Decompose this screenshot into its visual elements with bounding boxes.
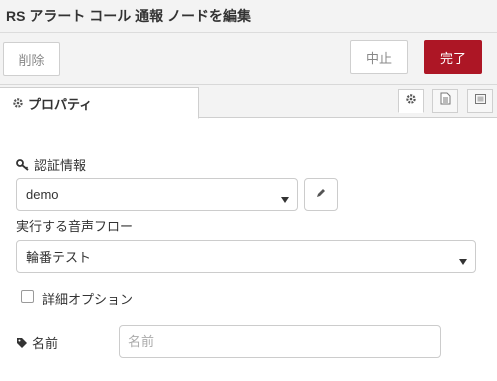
name-label-text: 名前 [32, 336, 59, 351]
gear-icon [12, 97, 24, 109]
tag-icon [16, 337, 28, 349]
credentials-select[interactable]: demo [16, 178, 298, 211]
done-button[interactable]: 完了 [424, 40, 482, 74]
tab-properties-label: プロパティ [28, 96, 93, 112]
tab-description[interactable] [432, 89, 458, 113]
advanced-options-label: 詳細オプション [42, 289, 133, 308]
edit-credentials-button[interactable] [304, 178, 338, 211]
advanced-options-checkbox[interactable] [21, 290, 34, 303]
gear-icon [405, 92, 417, 110]
caret-down-icon [281, 191, 289, 206]
flow-select-value: 輪番テスト [26, 250, 92, 265]
window-title-bar: RS アラート コール 通報 ノードを編集 [0, 0, 497, 33]
window-title: RS アラート コール 通報 ノードを編集 [6, 8, 252, 24]
flow-label: 実行する音声フロー [16, 216, 133, 235]
tab-settings[interactable] [398, 89, 424, 113]
credentials-label-text: 認証情報 [34, 158, 87, 173]
flow-select[interactable]: 輪番テスト [16, 240, 476, 273]
name-input[interactable] [119, 325, 441, 358]
tab-bar: プロパティ [0, 85, 497, 119]
tab-properties[interactable]: プロパティ [0, 87, 199, 119]
key-icon [16, 158, 30, 171]
delete-button[interactable]: 削除 [3, 42, 60, 76]
credentials-label: 認証情報 [16, 155, 86, 174]
document-icon [440, 92, 451, 110]
advanced-options-label-text: 詳細オプション [42, 292, 134, 307]
toolbar: 削除 中止 完了 [0, 33, 497, 85]
flow-label-text: 実行する音声フロー [16, 219, 134, 234]
tab-appearance[interactable] [467, 89, 493, 113]
cancel-button[interactable]: 中止 [350, 40, 408, 74]
credentials-select-value: demo [26, 187, 59, 202]
name-label: 名前 [16, 333, 58, 352]
frame-icon [474, 92, 487, 110]
pencil-icon [315, 186, 327, 204]
caret-down-icon [459, 253, 467, 268]
